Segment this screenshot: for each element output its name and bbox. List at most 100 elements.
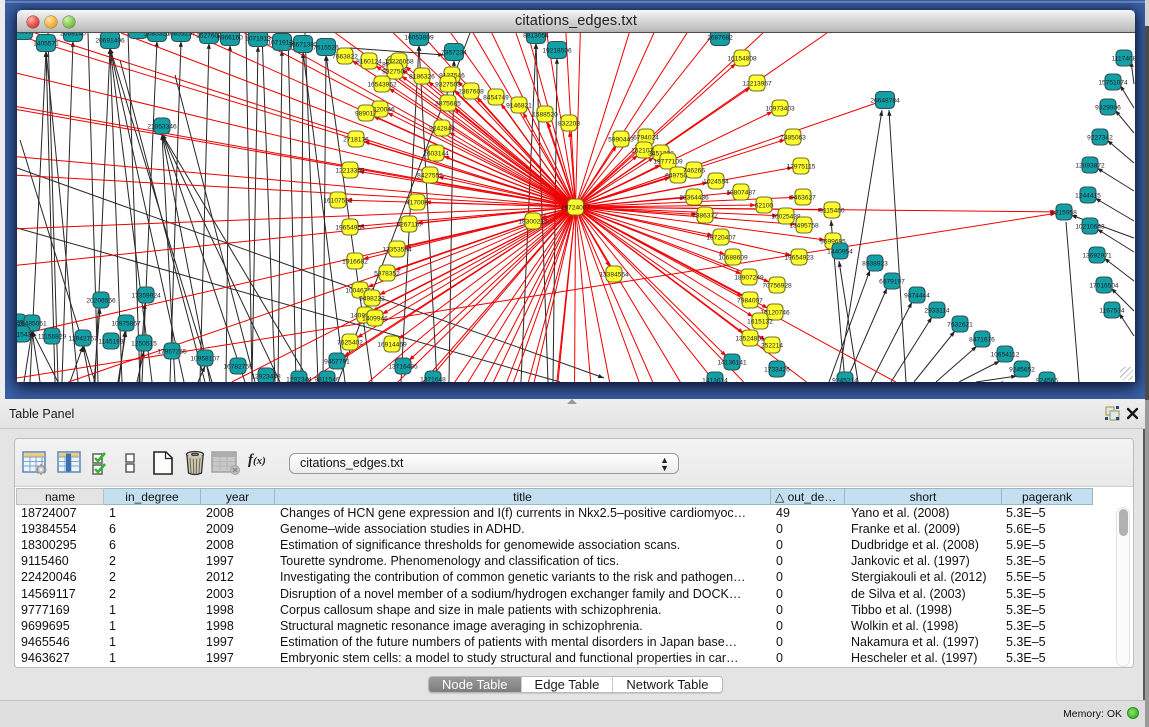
svg-text:21053346: 21053346 <box>147 123 177 130</box>
svg-text:16782759: 16782759 <box>223 363 253 370</box>
svg-text:17359924: 17359924 <box>131 292 161 299</box>
svg-text:7984007: 7984007 <box>737 297 763 304</box>
svg-text:16107552: 16107552 <box>323 197 353 204</box>
svg-text:3875685: 3875685 <box>435 100 461 107</box>
svg-text:1916682: 1916682 <box>342 258 368 265</box>
svg-text:16154808: 16154808 <box>727 55 757 62</box>
svg-text:11156829: 11156829 <box>38 333 67 340</box>
svg-text:1117408: 1117408 <box>1112 55 1135 62</box>
svg-text:2718176: 2718176 <box>343 136 369 143</box>
svg-text:1145193: 1145193 <box>98 338 124 345</box>
svg-text:8938923: 8938923 <box>862 260 888 267</box>
svg-text:8471676: 8471676 <box>969 336 995 343</box>
svg-text:8215958: 8215958 <box>1051 209 1077 216</box>
svg-text:10958107: 10958107 <box>190 355 220 362</box>
svg-text:7485063: 7485063 <box>780 134 806 141</box>
svg-text:10688609: 10688609 <box>718 254 748 261</box>
svg-text:6794024: 6794024 <box>633 134 659 141</box>
svg-text:2603144: 2603144 <box>423 150 449 157</box>
svg-text:70756928: 70756928 <box>762 282 792 289</box>
svg-text:924565: 924565 <box>1036 377 1058 382</box>
svg-text:9463627: 9463627 <box>790 194 816 201</box>
svg-text:8427552: 8427552 <box>417 172 443 179</box>
svg-text:18300215: 18300215 <box>518 218 548 225</box>
svg-text:989017: 989017 <box>355 110 377 117</box>
svg-text:8160124: 8160124 <box>356 58 382 65</box>
svg-text:2367608: 2367608 <box>458 88 484 95</box>
svg-text:19654923: 19654923 <box>784 254 814 261</box>
svg-text:13716485: 13716485 <box>388 363 418 370</box>
svg-text:12093872: 12093872 <box>1075 162 1105 169</box>
svg-text:9227342: 9227342 <box>1087 134 1113 141</box>
svg-text:17016504: 17016504 <box>1089 282 1119 289</box>
svg-text:417006: 417006 <box>406 199 428 206</box>
svg-text:9245652: 9245652 <box>1009 366 1035 373</box>
svg-text:9457791: 9457791 <box>324 358 350 365</box>
svg-text:7386372: 7386372 <box>692 212 718 219</box>
svg-text:7357234: 7357234 <box>441 49 467 56</box>
svg-text:19777109: 19777109 <box>653 158 683 165</box>
svg-text:8454749: 8454749 <box>483 94 509 101</box>
svg-text:10210643: 10210643 <box>1075 223 1105 230</box>
svg-text:18907249: 18907249 <box>734 274 764 281</box>
svg-text:13692971: 13692971 <box>1082 252 1112 259</box>
svg-text:1167534: 1167534 <box>1099 307 1125 314</box>
svg-text:746266: 746266 <box>683 167 705 174</box>
svg-text:12353594: 12353594 <box>382 246 412 253</box>
svg-text:9327508: 9327508 <box>435 81 461 88</box>
svg-text:10975867: 10975867 <box>111 320 141 327</box>
svg-text:9245214: 9245214 <box>832 377 858 382</box>
svg-text:6966160: 6966160 <box>217 34 243 41</box>
svg-text:62100: 62100 <box>755 202 774 209</box>
svg-text:1640557: 1640557 <box>17 33 36 35</box>
svg-text:7632621: 7632621 <box>947 321 973 328</box>
svg-text:7515526: 7515526 <box>313 44 339 51</box>
svg-text:17957255: 17957255 <box>157 348 187 355</box>
svg-text:2687682: 2687682 <box>707 34 733 41</box>
svg-text:8813054: 8813054 <box>523 33 549 39</box>
svg-text:13384554: 13384554 <box>599 271 629 278</box>
svg-text:7663822: 7663822 <box>332 53 358 60</box>
svg-text:20691406: 20691406 <box>95 37 125 44</box>
svg-text:9474444: 9474444 <box>904 292 930 299</box>
svg-text:8186326: 8186326 <box>409 73 435 80</box>
svg-text:10807487: 10807487 <box>726 189 756 196</box>
svg-text:9329906: 9329906 <box>1095 104 1121 111</box>
svg-text:15720407: 15720407 <box>706 234 736 241</box>
svg-text:12923448: 12923448 <box>251 373 281 380</box>
svg-text:1405571: 1405571 <box>33 40 59 47</box>
svg-text:16543962: 16543962 <box>367 81 397 88</box>
svg-text:20206556: 20206556 <box>86 297 116 304</box>
svg-text:7625402: 7625402 <box>337 339 363 346</box>
svg-text:1371648: 1371648 <box>420 376 446 382</box>
svg-text:6679197: 6679197 <box>879 278 905 285</box>
svg-text:9311546: 9311546 <box>314 376 340 382</box>
svg-text:15751074: 15751074 <box>1098 79 1128 86</box>
svg-text:13495758: 13495758 <box>789 222 819 229</box>
svg-text:1615132: 1615132 <box>747 318 773 325</box>
svg-text:3915436: 3915436 <box>17 331 35 338</box>
svg-text:10654112: 10654112 <box>991 351 1020 358</box>
svg-text:16053809: 16053809 <box>404 34 434 41</box>
svg-text:5498222: 5498222 <box>359 295 385 302</box>
svg-text:16914469: 16914469 <box>377 341 407 348</box>
svg-text:252214: 252214 <box>761 342 783 349</box>
svg-text:1024554: 1024554 <box>703 178 729 185</box>
svg-text:12975115: 12975115 <box>787 163 816 170</box>
svg-text:5878352: 5878352 <box>374 270 400 277</box>
svg-text:19654955: 19654955 <box>335 224 365 231</box>
svg-text:1588520: 1588520 <box>532 111 558 118</box>
svg-text:5990443: 5990443 <box>608 136 634 143</box>
svg-text:9115460: 9115460 <box>819 207 845 214</box>
svg-text:1250515: 1250515 <box>131 340 157 347</box>
svg-text:2069140: 2069140 <box>60 33 86 37</box>
svg-text:26648784: 26648784 <box>870 97 900 104</box>
svg-text:12213369: 12213369 <box>335 167 365 174</box>
svg-text:1413614: 1413614 <box>702 377 728 382</box>
svg-text:12942757: 12942757 <box>68 335 98 342</box>
svg-text:1440954: 1440954 <box>827 248 853 255</box>
svg-text:20364436: 20364436 <box>679 194 709 201</box>
svg-text:8267110: 8267110 <box>396 221 422 228</box>
svg-text:10973403: 10973403 <box>765 105 795 112</box>
svg-text:832203: 832203 <box>558 120 580 127</box>
